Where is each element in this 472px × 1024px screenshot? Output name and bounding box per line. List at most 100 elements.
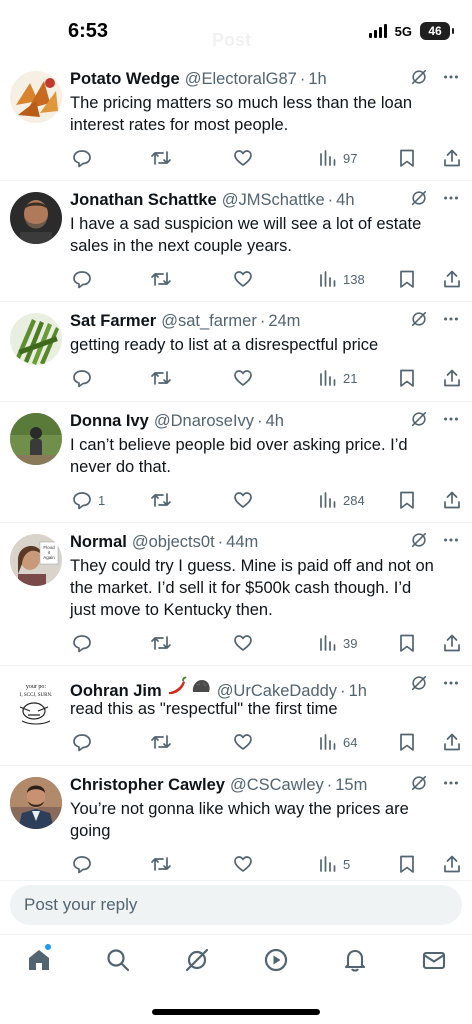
- grok-icon[interactable]: [410, 531, 428, 549]
- like-button[interactable]: [233, 490, 253, 510]
- more-icon[interactable]: [442, 674, 460, 692]
- author-handle[interactable]: @objects0t: [132, 533, 215, 552]
- post[interactable]: Donna Ivy @DnaroseIvy · 4h I can’t believe …: [0, 402, 472, 523]
- author-name[interactable]: Jonathan Schattke: [70, 191, 217, 210]
- search-icon[interactable]: [105, 947, 131, 978]
- avatar[interactable]: [10, 71, 62, 123]
- post[interactable]: Jonathan Schattke @JMSchattke · 4h I have a…: [0, 181, 472, 302]
- grok-icon[interactable]: [410, 674, 428, 692]
- author-name[interactable]: Sat Farmer: [70, 312, 156, 331]
- svg-text:I, SCCJ, SURN.: I, SCCJ, SURN.: [20, 693, 53, 698]
- like-button[interactable]: [233, 269, 253, 289]
- post[interactable]: Sat Farmer @sat_farmer · 24m getting ready …: [0, 302, 472, 402]
- heart-icon: [234, 271, 252, 287]
- grok-icon[interactable]: [410, 68, 428, 86]
- avatar[interactable]: [10, 313, 62, 365]
- avatar[interactable]: [10, 413, 62, 465]
- views-button[interactable]: 39: [319, 633, 357, 653]
- avatar[interactable]: [10, 192, 62, 244]
- more-icon[interactable]: [442, 531, 460, 549]
- person-outdoors-avatar: [10, 413, 62, 465]
- repost-button[interactable]: [150, 269, 172, 289]
- share-button[interactable]: [442, 368, 462, 388]
- repost-button[interactable]: [150, 854, 172, 874]
- author-handle[interactable]: @JMSchattke: [222, 191, 325, 210]
- reply-button[interactable]: [72, 854, 98, 874]
- like-button[interactable]: [233, 633, 253, 653]
- avatar[interactable]: [10, 777, 62, 829]
- post-time: 1h: [308, 70, 327, 88]
- views-button[interactable]: 21: [319, 368, 357, 388]
- reply-icon: [73, 271, 91, 289]
- bookmark-button[interactable]: [398, 854, 416, 874]
- bookmark-icon: [400, 491, 414, 509]
- video-icon[interactable]: [263, 947, 289, 978]
- views-button[interactable]: 284: [319, 490, 365, 510]
- repost-button[interactable]: [150, 633, 172, 653]
- notifications-icon[interactable]: [342, 947, 368, 978]
- more-icon[interactable]: [442, 189, 460, 207]
- views-button[interactable]: 5: [319, 854, 350, 874]
- author-handle[interactable]: @CSCawley: [230, 776, 324, 795]
- author-handle[interactable]: @sat_farmer: [161, 312, 257, 331]
- more-icon[interactable]: [442, 310, 460, 328]
- more-icon[interactable]: [442, 410, 460, 428]
- repost-button[interactable]: [150, 368, 172, 388]
- reply-button[interactable]: [72, 732, 98, 752]
- repost-button[interactable]: [150, 148, 172, 168]
- post[interactable]: your po: I, SCCJ, SURN. Oohran Jim @UrCake…: [0, 666, 472, 766]
- post[interactable]: Christopher Cawley @CSCawley · 15m You’re n…: [0, 766, 472, 881]
- author-name[interactable]: Donna Ivy: [70, 412, 149, 431]
- like-button[interactable]: [233, 854, 253, 874]
- repost-button[interactable]: [150, 490, 172, 510]
- grok-icon[interactable]: [410, 310, 428, 328]
- home-indicator[interactable]: [152, 1009, 320, 1015]
- view-count: 5: [343, 856, 351, 872]
- share-button[interactable]: [442, 633, 462, 653]
- more-icon[interactable]: [442, 68, 460, 86]
- grok-icon[interactable]: [410, 774, 428, 792]
- post[interactable]: Flood it Again Normal @objects0t · 44m They c…: [0, 523, 472, 666]
- like-button[interactable]: [233, 148, 253, 168]
- share-button[interactable]: [442, 854, 462, 874]
- heart-icon: [234, 492, 252, 508]
- post-header: Christopher Cawley @CSCawley · 15m: [70, 766, 460, 798]
- grok-icon[interactable]: [184, 947, 210, 978]
- grok-icon[interactable]: [410, 410, 428, 428]
- reply-button[interactable]: [72, 148, 98, 168]
- avatar[interactable]: your po: I, SCCJ, SURN.: [10, 677, 62, 729]
- author-name[interactable]: Potato Wedge: [70, 70, 180, 89]
- bookmark-button[interactable]: [398, 490, 416, 510]
- like-button[interactable]: [233, 368, 253, 388]
- bookmark-button[interactable]: [398, 633, 416, 653]
- author-handle[interactable]: @DnaroseIvy: [154, 412, 254, 431]
- bookmark-button[interactable]: [398, 148, 416, 168]
- more-icon[interactable]: [442, 774, 460, 792]
- reply-input[interactable]: Post your reply: [10, 885, 462, 925]
- like-button[interactable]: [233, 732, 253, 752]
- avatar[interactable]: Flood it Again: [10, 534, 62, 586]
- reply-button[interactable]: 1: [72, 490, 105, 510]
- reply-button[interactable]: [72, 633, 98, 653]
- messages-icon[interactable]: [421, 947, 447, 978]
- views-button[interactable]: 138: [319, 269, 365, 289]
- share-button[interactable]: [442, 732, 462, 752]
- grok-icon[interactable]: [410, 189, 428, 207]
- share-button[interactable]: [442, 490, 462, 510]
- bookmark-button[interactable]: [398, 269, 416, 289]
- repost-button[interactable]: [150, 732, 172, 752]
- author-handle[interactable]: @ElectoralG87: [185, 70, 297, 89]
- share-button[interactable]: [442, 269, 462, 289]
- home-icon[interactable]: [26, 947, 52, 978]
- bookmark-button[interactable]: [398, 368, 416, 388]
- reply-button[interactable]: [72, 368, 98, 388]
- share-icon: [444, 270, 460, 288]
- views-button[interactable]: 97: [319, 148, 357, 168]
- author-name[interactable]: Christopher Cawley: [70, 776, 225, 795]
- reply-button[interactable]: [72, 269, 98, 289]
- share-button[interactable]: [442, 148, 462, 168]
- views-button[interactable]: 64: [319, 732, 357, 752]
- bookmark-button[interactable]: [398, 732, 416, 752]
- author-name[interactable]: Normal: [70, 533, 127, 552]
- post[interactable]: Potato Wedge @ElectoralG87 · 1h The pricing…: [0, 60, 472, 181]
